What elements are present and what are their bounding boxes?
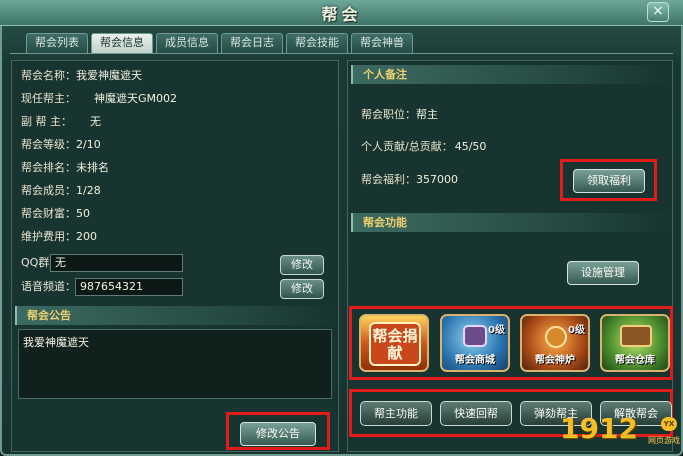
right-panel: 个人备注 帮会职位：帮主 个人贡献/总贡献： 45/50 帮会福利：357000 … xyxy=(347,60,673,452)
tab-bar: 帮会列表 帮会信息 成员信息 帮会日志 帮会技能 帮会神兽 xyxy=(26,33,413,53)
guild-warehouse-button[interactable]: 帮会仓库 xyxy=(600,314,670,372)
position-label: 帮会职位： xyxy=(361,108,416,121)
window-title: 帮会 xyxy=(321,5,362,24)
guild-shop-button[interactable]: 0级 帮会商城 xyxy=(440,314,510,372)
rank-row: 帮会排名：未排名 xyxy=(21,160,109,176)
leader-functions-button[interactable]: 帮主功能 xyxy=(360,401,432,426)
guild-name-row: 帮会名称：我爱神魔遮天 xyxy=(21,68,142,84)
voice-channel-field[interactable]: 987654321 xyxy=(75,278,183,296)
guild-shop-level: 0级 xyxy=(488,325,505,336)
contribution-row: 个人贡献/总贡献： 45/50 xyxy=(361,139,486,155)
guild-name-value: 我爱神魔遮天 xyxy=(76,69,142,82)
facility-management-button[interactable]: 设施管理 xyxy=(567,261,639,285)
upkeep-row: 维护费用：200 xyxy=(21,229,97,245)
donate-icon: 帮会捐献 xyxy=(369,322,421,366)
level-row: 帮会等级：2/10 xyxy=(21,137,101,153)
logo-badge: YX xyxy=(661,417,677,431)
wealth-label: 帮会财富： xyxy=(21,207,76,220)
welfare-value: 357000 xyxy=(416,173,458,186)
tab-guild-log[interactable]: 帮会日志 xyxy=(221,33,283,53)
donate-label: 帮会捐献 xyxy=(372,327,418,362)
tab-divider xyxy=(10,53,673,54)
site-watermark-logo: 1912 YX 网页游戏 xyxy=(560,412,680,452)
personal-notes-header: 个人备注 xyxy=(351,65,669,84)
logo-subtitle: 网页游戏 xyxy=(648,436,680,445)
shop-icon xyxy=(463,325,487,347)
tab-guild-list[interactable]: 帮会列表 xyxy=(26,33,88,53)
deputy-row: 副 帮 主： 无 xyxy=(21,114,101,130)
logo-number: 1912 xyxy=(560,412,638,445)
level-label: 帮会等级： xyxy=(21,138,76,151)
guild-warehouse-label: 帮会仓库 xyxy=(615,355,655,366)
upkeep-label: 维护费用： xyxy=(21,230,76,243)
deputy-label: 副 帮 主： xyxy=(21,115,72,128)
tab-member-info[interactable]: 成员信息 xyxy=(156,33,218,53)
tab-guild-skills[interactable]: 帮会技能 xyxy=(286,33,348,53)
voice-label: 语音频道： xyxy=(21,280,76,293)
guild-name-label: 帮会名称： xyxy=(21,69,76,82)
notice-box[interactable]: 我爱神魔遮天 xyxy=(18,329,332,399)
chest-icon xyxy=(620,325,652,347)
contribution-label: 个人贡献/总贡献： xyxy=(361,140,453,153)
position-value: 帮主 xyxy=(416,108,438,121)
rank-value: 未排名 xyxy=(76,161,109,174)
tab-guild-beast[interactable]: 帮会神兽 xyxy=(351,33,413,53)
deputy-value: 无 xyxy=(90,115,101,128)
guild-furnace-level: 0级 xyxy=(568,325,585,336)
guild-functions-header: 帮会功能 xyxy=(351,213,669,232)
welfare-label: 帮会福利： xyxy=(361,173,416,186)
upkeep-value: 200 xyxy=(76,230,97,243)
notice-header: 帮会公告 xyxy=(15,306,333,325)
tab-guild-info[interactable]: 帮会信息 xyxy=(91,33,153,53)
edit-qq-button[interactable]: 修改 xyxy=(280,255,324,275)
members-row: 帮会成员：1/28 xyxy=(21,183,101,199)
donate-button[interactable]: 帮会捐献 xyxy=(359,314,429,372)
welfare-row: 帮会福利：357000 xyxy=(361,172,458,188)
leader-row: 现任帮主： 神魔遮天GM002 xyxy=(21,91,177,107)
leader-label: 现任帮主： xyxy=(21,92,76,105)
quick-return-button[interactable]: 快速回帮 xyxy=(440,401,512,426)
claim-welfare-button[interactable]: 领取福利 xyxy=(573,169,645,193)
guild-shop-label: 帮会商城 xyxy=(455,355,495,366)
contribution-value: 45/50 xyxy=(454,140,487,153)
level-value: 2/10 xyxy=(76,138,101,151)
guild-furnace-label: 帮会神炉 xyxy=(535,355,575,366)
edit-notice-button[interactable]: 修改公告 xyxy=(240,422,316,446)
guild-furnace-button[interactable]: 0级 帮会神炉 xyxy=(520,314,590,372)
leader-value: 神魔遮天GM002 xyxy=(94,92,178,105)
rank-label: 帮会排名： xyxy=(21,161,76,174)
close-button[interactable]: × xyxy=(647,2,669,22)
members-value: 1/28 xyxy=(76,184,101,197)
wealth-row: 帮会财富：50 xyxy=(21,206,90,222)
qq-group-field[interactable]: 无 xyxy=(50,254,183,272)
members-label: 帮会成员： xyxy=(21,184,76,197)
notice-text: 我爱神魔遮天 xyxy=(23,336,89,349)
edit-voice-button[interactable]: 修改 xyxy=(280,279,324,299)
furnace-icon xyxy=(545,326,567,348)
guild-info-panel: 帮会名称：我爱神魔遮天 现任帮主： 神魔遮天GM002 副 帮 主：无 帮会等级：… xyxy=(11,60,339,452)
position-row: 帮会职位：帮主 xyxy=(361,107,438,123)
wealth-value: 50 xyxy=(76,207,90,220)
